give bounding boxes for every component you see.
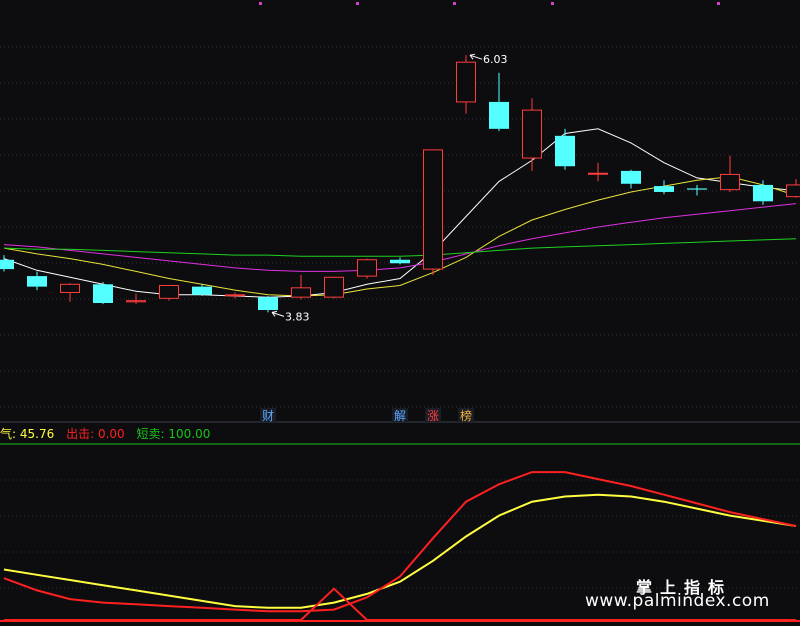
candle-body <box>324 276 344 298</box>
candle-body <box>753 184 773 202</box>
candlestick <box>621 169 641 189</box>
candle-body <box>588 172 608 175</box>
candle-body <box>522 109 542 159</box>
candle-body <box>489 101 509 129</box>
candlestick <box>423 149 443 275</box>
candle-body <box>192 286 212 295</box>
annotation-label: 3.83 <box>285 310 310 323</box>
candle-body <box>159 284 179 299</box>
candle-body <box>357 259 377 277</box>
candlestick <box>126 293 146 305</box>
top-tick-marker <box>259 2 262 5</box>
candle-body <box>456 61 476 103</box>
candlestick <box>753 180 773 205</box>
candlestick <box>93 281 113 305</box>
candlestick <box>588 162 608 182</box>
candle-body <box>126 300 146 303</box>
candlestick <box>489 72 509 132</box>
candlestick <box>291 274 311 300</box>
candle-body <box>654 186 674 192</box>
moving-average-lines <box>3 128 797 298</box>
price-gridlines <box>0 46 800 423</box>
moving-average-line <box>3 128 797 298</box>
candlestick <box>687 184 707 196</box>
event-tag-label: 榜 <box>460 408 472 423</box>
candlestick <box>720 155 740 192</box>
event-tag-label: 涨 <box>427 408 439 423</box>
candle-body <box>687 188 707 190</box>
candlestick <box>522 98 542 171</box>
candle-body <box>258 297 278 311</box>
top-tick-marker <box>453 2 456 5</box>
candle-body <box>621 170 641 184</box>
moving-average-line <box>3 238 797 257</box>
candlestick <box>0 255 14 272</box>
candlestick <box>654 180 674 195</box>
candle-body <box>720 173 740 191</box>
candlestick <box>357 258 377 279</box>
candlestick <box>192 284 212 296</box>
candle-body <box>390 259 410 264</box>
candle-body <box>225 294 245 297</box>
candlestick-panel: 6.03 3.83 财 解 涨 榜 <box>0 2 800 423</box>
top-tick-marker <box>356 2 359 5</box>
top-tick-marker <box>717 2 720 5</box>
candle-body <box>555 135 575 167</box>
candlestick <box>27 271 47 291</box>
candle-body <box>423 149 443 270</box>
candlestick <box>555 128 575 170</box>
candle-body <box>60 283 80 293</box>
candlestick <box>456 55 476 114</box>
annotation-label: 6.03 <box>483 53 508 66</box>
candlestick <box>786 179 800 198</box>
watermark-url: www.palmindex.com <box>585 591 770 611</box>
event-tag-label: 解 <box>394 409 406 423</box>
candle-body <box>0 259 14 270</box>
candle-body <box>27 276 47 287</box>
candlestick <box>159 284 179 301</box>
event-tags: 财解涨榜 <box>260 408 474 423</box>
top-tick-marker <box>551 2 554 5</box>
candlestick <box>225 292 245 299</box>
top-tick-markers <box>259 2 720 5</box>
candlestick <box>258 295 278 313</box>
event-tag-label: 财 <box>262 409 274 423</box>
candle-body <box>93 284 113 304</box>
candle-body <box>786 184 800 198</box>
candle-body <box>291 287 311 298</box>
candlestick <box>324 276 344 299</box>
